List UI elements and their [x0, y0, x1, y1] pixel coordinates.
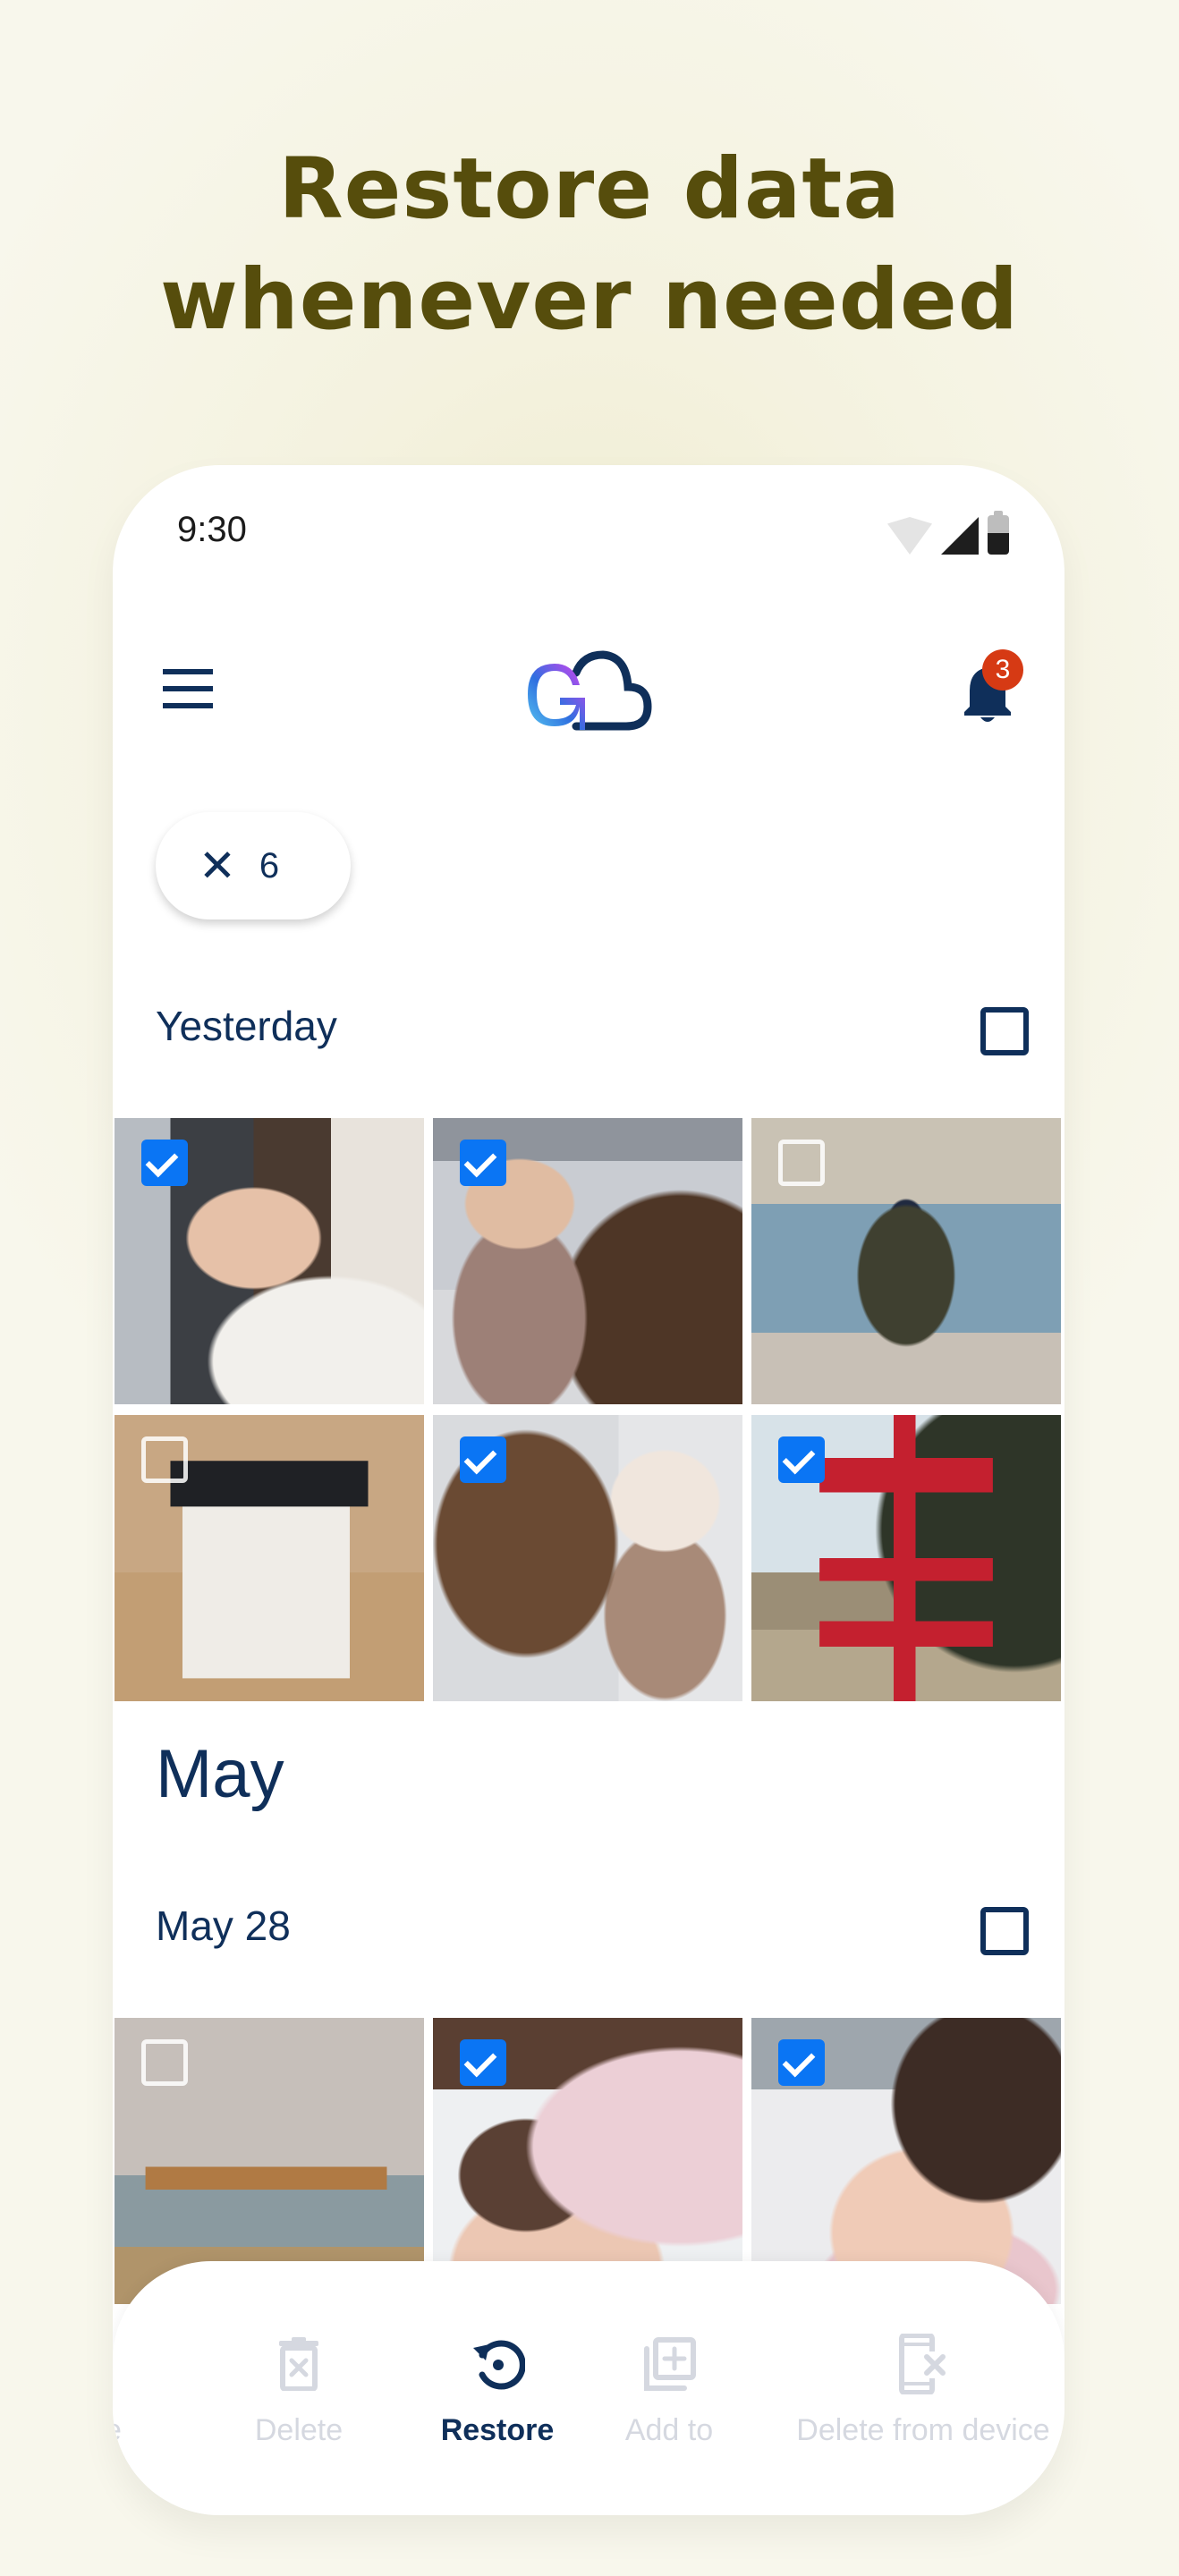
headline: Restore data whenever needed	[0, 134, 1179, 356]
section-label-may-28: May 28	[156, 1902, 291, 1949]
delete-action[interactable]: Delete	[236, 2333, 361, 2448]
restore-action[interactable]: Restore	[408, 2333, 587, 2448]
trash-icon	[279, 2337, 318, 2391]
section-label-yesterday: Yesterday	[156, 1003, 337, 1049]
status-icons	[887, 511, 1009, 555]
photo-tile[interactable]	[433, 1415, 742, 1701]
photo-grid-yesterday	[115, 1118, 1064, 1701]
hamburger-menu-icon[interactable]	[163, 669, 213, 708]
action-label: Delete	[254, 2413, 344, 2447]
action-label: Restore	[440, 2413, 555, 2447]
photo-checkbox-selected[interactable]	[778, 1436, 825, 1483]
action-label: ite	[113, 2413, 122, 2447]
headline-line-2: whenever needed	[159, 251, 1020, 349]
headline-line-1: Restore data	[278, 140, 901, 238]
photo-tile[interactable]	[115, 1118, 424, 1404]
photo-tile[interactable]	[751, 1415, 1061, 1701]
notifications-button[interactable]: 3	[961, 649, 1023, 722]
close-icon: ✕	[199, 840, 236, 892]
photo-checkbox-selected[interactable]	[460, 1436, 506, 1483]
selected-count: 6	[259, 845, 280, 886]
photo-checkbox-selected[interactable]	[460, 1140, 506, 1186]
photo-checkbox-unselected[interactable]	[141, 1436, 188, 1483]
photo-checkbox-unselected[interactable]	[778, 1140, 825, 1186]
notification-badge: 3	[982, 649, 1023, 691]
photo-tile[interactable]	[433, 1118, 742, 1404]
phone-frame: 9:30 3 ✕ 6 Yesterday May May 28 e Delete…	[113, 465, 1064, 2515]
select-all-yesterday-checkbox[interactable]	[980, 1007, 1029, 1055]
status-time: 9:30	[177, 510, 247, 549]
restore-icon	[473, 2340, 525, 2390]
add-to-action[interactable]: Add to	[598, 2333, 741, 2448]
photo-tile[interactable]	[115, 1415, 424, 1701]
battery-icon	[988, 511, 1009, 555]
delete-from-device-action[interactable]: Delete from device	[771, 2333, 1064, 2448]
photo-checkbox-unselected[interactable]	[141, 2039, 188, 2086]
photo-checkbox-selected[interactable]	[460, 2039, 506, 2086]
bottom-action-bar: ite Delete Restore	[113, 2261, 1064, 2515]
add-to-album-icon	[644, 2337, 696, 2391]
clear-selection-chip[interactable]: ✕ 6	[156, 812, 351, 919]
photo-checkbox-selected[interactable]	[778, 2039, 825, 2086]
wifi-icon	[887, 517, 932, 555]
month-label: May	[156, 1736, 284, 1812]
phone-remove-icon	[899, 2334, 946, 2394]
photo-checkbox-selected[interactable]	[141, 1140, 188, 1186]
favorite-action[interactable]: ite	[113, 2333, 122, 2448]
signal-icon	[941, 517, 979, 555]
action-label: Add to	[624, 2413, 714, 2447]
select-all-may-28-checkbox[interactable]	[980, 1907, 1029, 1955]
photo-tile[interactable]	[751, 1118, 1061, 1404]
cloud-g-logo	[528, 650, 652, 731]
action-label: Delete from device	[796, 2413, 1050, 2447]
